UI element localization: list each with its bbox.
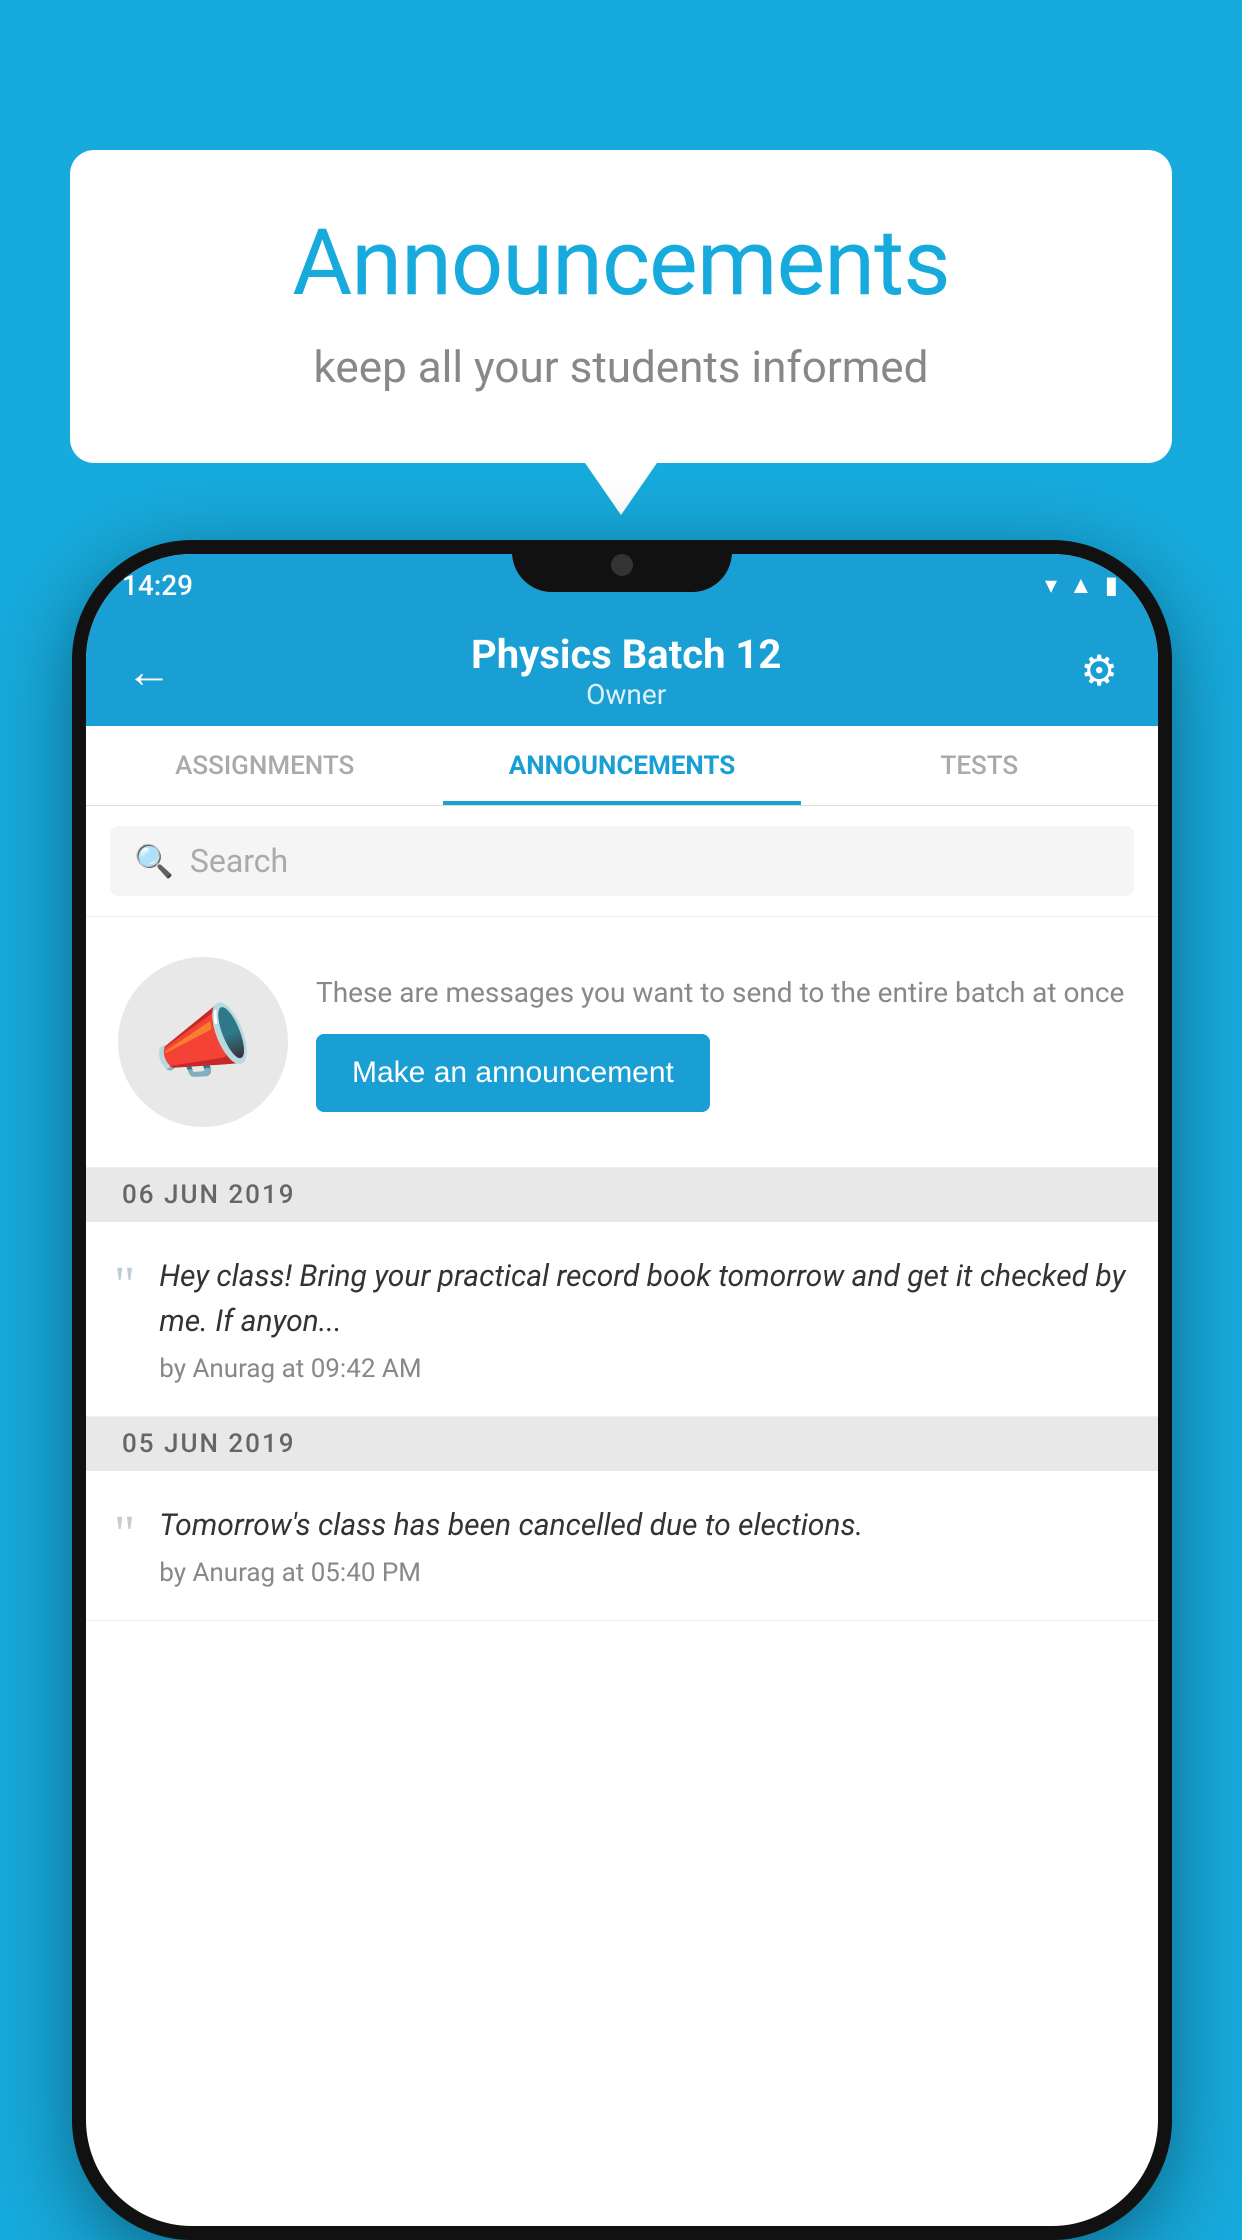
promo-description: These are messages you want to send to t… xyxy=(316,972,1126,1014)
phone-notch xyxy=(512,540,732,592)
search-icon: 🔍 xyxy=(134,842,174,880)
megaphone-icon: 📣 xyxy=(153,995,253,1089)
camera-cutout xyxy=(611,554,633,576)
search-bar[interactable]: 🔍 Search xyxy=(110,826,1134,896)
make-announcement-button[interactable]: Make an announcement xyxy=(316,1034,710,1112)
announcement-promo: 📣 These are messages you want to send to… xyxy=(86,917,1158,1168)
announcement-content-2: Tomorrow's class has been cancelled due … xyxy=(159,1503,863,1588)
tab-tests[interactable]: TESTS xyxy=(801,726,1158,805)
announcement-item-2[interactable]: " Tomorrow's class has been cancelled du… xyxy=(86,1471,1158,1621)
search-placeholder: Search xyxy=(190,842,288,880)
status-time: 14:29 xyxy=(122,569,193,602)
batch-role: Owner xyxy=(471,678,781,711)
wifi-icon: ▾ xyxy=(1045,571,1057,599)
quote-icon-1: " xyxy=(114,1260,135,1312)
date-separator-2: 05 JUN 2019 xyxy=(86,1417,1158,1471)
status-icons: ▾ ▲ ▮ xyxy=(1045,571,1118,600)
phone-frame: 14:29 ▾ ▲ ▮ ← Physics Batch 12 Owner ⚙ A… xyxy=(72,540,1172,2240)
batch-title: Physics Batch 12 xyxy=(471,631,781,678)
date-separator-1: 06 JUN 2019 xyxy=(86,1168,1158,1222)
bubble-subtitle: keep all your students informed xyxy=(120,341,1122,393)
announcement-text-2: Tomorrow's class has been cancelled due … xyxy=(159,1503,863,1548)
announcement-meta-2: by Anurag at 05:40 PM xyxy=(159,1558,863,1588)
tab-assignments[interactable]: ASSIGNMENTS xyxy=(86,726,443,805)
announcement-item-1[interactable]: " Hey class! Bring your practical record… xyxy=(86,1222,1158,1417)
battery-icon: ▮ xyxy=(1105,571,1118,599)
back-button[interactable]: ← xyxy=(126,644,172,699)
app-header: ← Physics Batch 12 Owner ⚙ xyxy=(86,616,1158,726)
promo-icon-circle: 📣 xyxy=(118,957,288,1127)
phone-screen: 14:29 ▾ ▲ ▮ ← Physics Batch 12 Owner ⚙ A… xyxy=(86,554,1158,2226)
tab-announcements[interactable]: ANNOUNCEMENTS xyxy=(443,726,800,805)
announcement-content-1: Hey class! Bring your practical record b… xyxy=(159,1254,1130,1384)
announcement-meta-1: by Anurag at 09:42 AM xyxy=(159,1354,1130,1384)
search-container: 🔍 Search xyxy=(86,806,1158,917)
bubble-title: Announcements xyxy=(120,210,1122,317)
promo-content: These are messages you want to send to t… xyxy=(316,972,1126,1112)
quote-icon-2: " xyxy=(114,1509,135,1561)
signal-icon: ▲ xyxy=(1069,571,1093,600)
header-center: Physics Batch 12 Owner xyxy=(471,631,781,711)
announcement-text-1: Hey class! Bring your practical record b… xyxy=(159,1254,1130,1344)
speech-bubble: Announcements keep all your students inf… xyxy=(70,150,1172,463)
tab-bar: ASSIGNMENTS ANNOUNCEMENTS TESTS xyxy=(86,726,1158,806)
settings-button[interactable]: ⚙ xyxy=(1080,646,1118,696)
